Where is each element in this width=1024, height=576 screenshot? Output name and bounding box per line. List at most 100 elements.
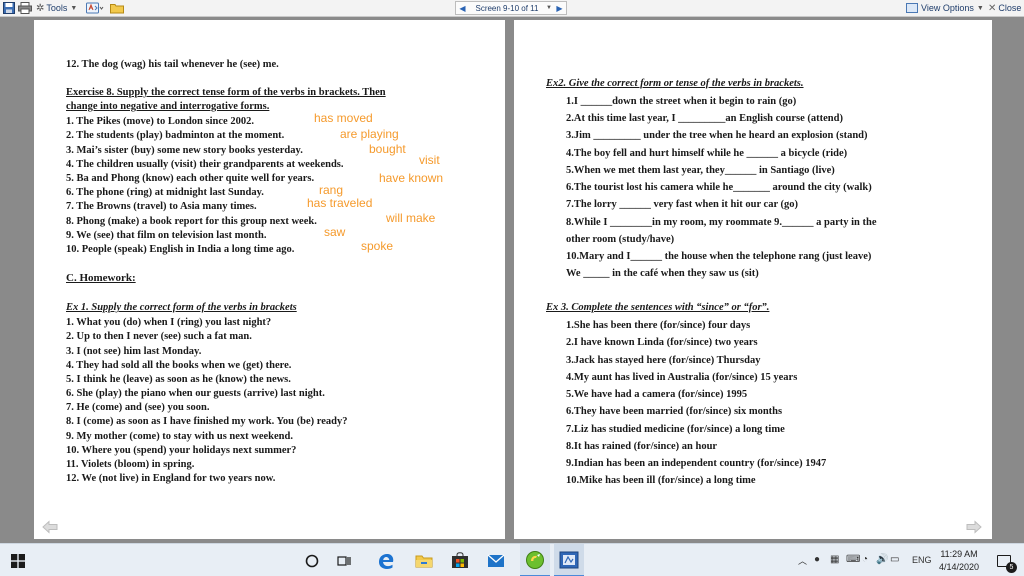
exercise-8-item: 1. The Pikes (move) to London since 2002… (66, 116, 254, 127)
windows-logo-icon (11, 553, 25, 568)
exercise-2-item: 1.I ______down the street when it begin … (566, 96, 797, 107)
clock-time: 11:29 AM (940, 549, 978, 559)
exercise-2-item: other room (study/have) (566, 234, 675, 245)
green-app-icon (526, 550, 544, 569)
screen-indicator[interactable]: Screen 9-10 of 11 (469, 4, 545, 13)
circle-search-icon (305, 554, 319, 567)
exercise-1-item: 11. Violets (bloom) in spring. (66, 459, 195, 470)
answer-annotation: saw (324, 225, 346, 239)
answer-annotation: visit (419, 153, 440, 167)
save-icon[interactable] (3, 1, 15, 15)
windows-taskbar: ︿ ● ▦ ⌨ ◔ 🔊 ▭ ENG 11:29 AM 4/14/2020 5 (0, 543, 1024, 576)
keyboard-input-icon[interactable]: ⌨ (846, 554, 860, 565)
taskbar-clock[interactable]: 11:29 AM 4/14/2020 (934, 548, 984, 574)
file-explorer-icon (415, 555, 433, 567)
mail-button[interactable] (482, 544, 510, 576)
file-explorer-button[interactable] (410, 544, 438, 576)
screen-reader-app-button[interactable] (554, 544, 584, 576)
exercise-1-item: 10. Where you (spend) your holidays next… (66, 445, 297, 456)
exercise-8-title-cont: change into negative and interrogative f… (66, 101, 270, 112)
print-icon[interactable] (18, 1, 32, 15)
exercise-8-item: 8. Phong (make) a book report for this g… (66, 216, 317, 227)
exercise-1-item: 9. My mother (come) to stay with us next… (66, 431, 293, 442)
store-bag-icon (452, 552, 468, 568)
language-indicator[interactable]: ENG (912, 555, 932, 565)
view-options-menu[interactable]: View Options ▼ (906, 1, 984, 15)
answer-annotation: has traveled (307, 196, 373, 210)
exercise-3-item: 5.We have had a camera (for/since) 1995 (566, 389, 748, 400)
taskbar-app-button[interactable] (520, 544, 550, 576)
exercise-8-item: 7. The Browns (travel) to Asia many time… (66, 201, 257, 212)
next-screen-arrow-icon[interactable]: ▶ (553, 4, 566, 13)
exercise-3-item: 6.They have been married (for/since) six… (566, 406, 783, 417)
left-page: 12. The dog (wag) his tail whenever he (… (34, 20, 505, 539)
view-options-icon (906, 3, 918, 13)
exercise-2-item: 4.The boy fell and hurt himself while he… (566, 148, 848, 159)
exercise-8-item: 5. Ba and Phong (know) each other quite … (66, 173, 315, 184)
answer-annotation: are playing (340, 127, 399, 141)
exercise-3-item: 4.My aunt has lived in Australia (for/si… (566, 372, 798, 383)
exercise-8-item: 2. The students (play) badminton at the … (66, 130, 285, 141)
previous-page-arrow-icon[interactable] (42, 520, 58, 534)
exercise-8-item: 6. The phone (ring) at midnight last Sun… (66, 187, 264, 198)
tools-menu[interactable]: ✲ Tools ▼ (36, 1, 77, 15)
exercise-2-item: 6.The tourist lost his camera while he__… (566, 182, 872, 193)
screen-navigator: ◀ Screen 9-10 of 11 ▼ ▶ (455, 1, 567, 15)
view-options-label: View Options (921, 3, 974, 13)
folder-icon[interactable] (110, 1, 124, 15)
exercise-1-item: 12. We (not live) in England for two yea… (66, 473, 276, 484)
answer-annotation: will make (386, 211, 436, 225)
exercise-1-item: 7. He (come) and (see) you soon. (66, 402, 210, 413)
cortana-search-button[interactable] (298, 544, 326, 576)
exercise-3-item: 1.She has been there (for/since) four da… (566, 320, 751, 331)
exercise-1-item: 4. They had sold all the books when we (… (66, 360, 292, 371)
exercise-3-item: 10.Mike has been ill (for/since) a long … (566, 475, 756, 486)
exercise-2-item: 8.While I ________in my room, my roommat… (566, 217, 877, 228)
previous-screen-arrow-icon[interactable]: ◀ (456, 4, 469, 13)
volume-icon[interactable]: 🔊 (876, 554, 888, 565)
mail-envelope-icon (487, 554, 505, 567)
research-icon[interactable] (86, 1, 104, 15)
close-icon: ✕ (988, 2, 997, 14)
microsoft-store-button[interactable] (446, 544, 474, 576)
answer-annotation: bought (369, 142, 406, 156)
exercise-1-item: 5. I think he (leave) as soon as he (kno… (66, 374, 291, 385)
chevron-down-icon: ▼ (976, 4, 984, 12)
exercise-8-item: 9. We (see) that film on television last… (66, 230, 267, 241)
reader-toolbar: ✲ Tools ▼ ◀ Screen 9-10 of 11 ▼ ▶ View O… (0, 0, 1024, 17)
edge-browser-button[interactable] (372, 544, 400, 576)
answer-annotation: spoke (361, 239, 394, 253)
answer-annotation: have known (379, 171, 444, 185)
exercise-3-item: 8.It has rained (for/since) an hour (566, 441, 718, 452)
close-button[interactable]: ✕ Close (988, 1, 1021, 15)
exercise-3-item: 2.I have known Linda (for/since) two yea… (566, 337, 758, 348)
right-page: Ex2. Give the correct form or tense of t… (514, 20, 992, 539)
show-hidden-icons-chevron-icon[interactable]: ︿ (798, 554, 807, 567)
exercise-3-item: 9.Indian has been an independent country… (566, 458, 827, 469)
answer-annotation: has moved (314, 111, 373, 125)
keyboard-icon[interactable]: ▭ (890, 554, 899, 565)
network-icon[interactable]: ▦ (830, 554, 839, 565)
wifi-icon[interactable]: ◔ (862, 554, 868, 565)
exercise-8-item: 4. The children usually (visit) their gr… (66, 159, 344, 170)
exercise-2-item: 10.Mary and I______ the house when the t… (566, 251, 872, 262)
start-button[interactable] (0, 544, 36, 576)
exercise-2-item: 5.When we met them last year, they______… (566, 165, 835, 176)
exercise-8-item: 3. Mai’s sister (buy) some new story boo… (66, 145, 303, 156)
exercise-1-item: 1. What you (do) when I (ring) you last … (66, 317, 272, 328)
action-center-button[interactable]: 5 (992, 544, 1017, 576)
exercise-line: 12. The dog (wag) his tail whenever he (… (66, 59, 279, 70)
notification-count-badge: 5 (1006, 561, 1017, 573)
exercise-1-item: 3. I (not see) him last Monday. (66, 346, 202, 357)
task-view-button[interactable] (330, 544, 358, 576)
reader-app-icon (559, 551, 579, 568)
exercise-1-item: 2. Up to then I never (see) such a fat m… (66, 331, 252, 342)
homework-heading: C. Homework: (66, 272, 136, 284)
people-icon[interactable]: ● (814, 554, 820, 565)
screen-dropdown-chevron-icon[interactable]: ▼ (545, 5, 553, 11)
notification-icon: 5 (997, 554, 1017, 573)
exercise-2-title: Ex2. Give the correct form or tense of t… (546, 78, 804, 89)
next-page-arrow-icon[interactable] (966, 520, 982, 534)
exercise-1-item: 8. I (come) as soon as I have finished m… (66, 416, 348, 427)
task-view-icon (337, 555, 351, 566)
